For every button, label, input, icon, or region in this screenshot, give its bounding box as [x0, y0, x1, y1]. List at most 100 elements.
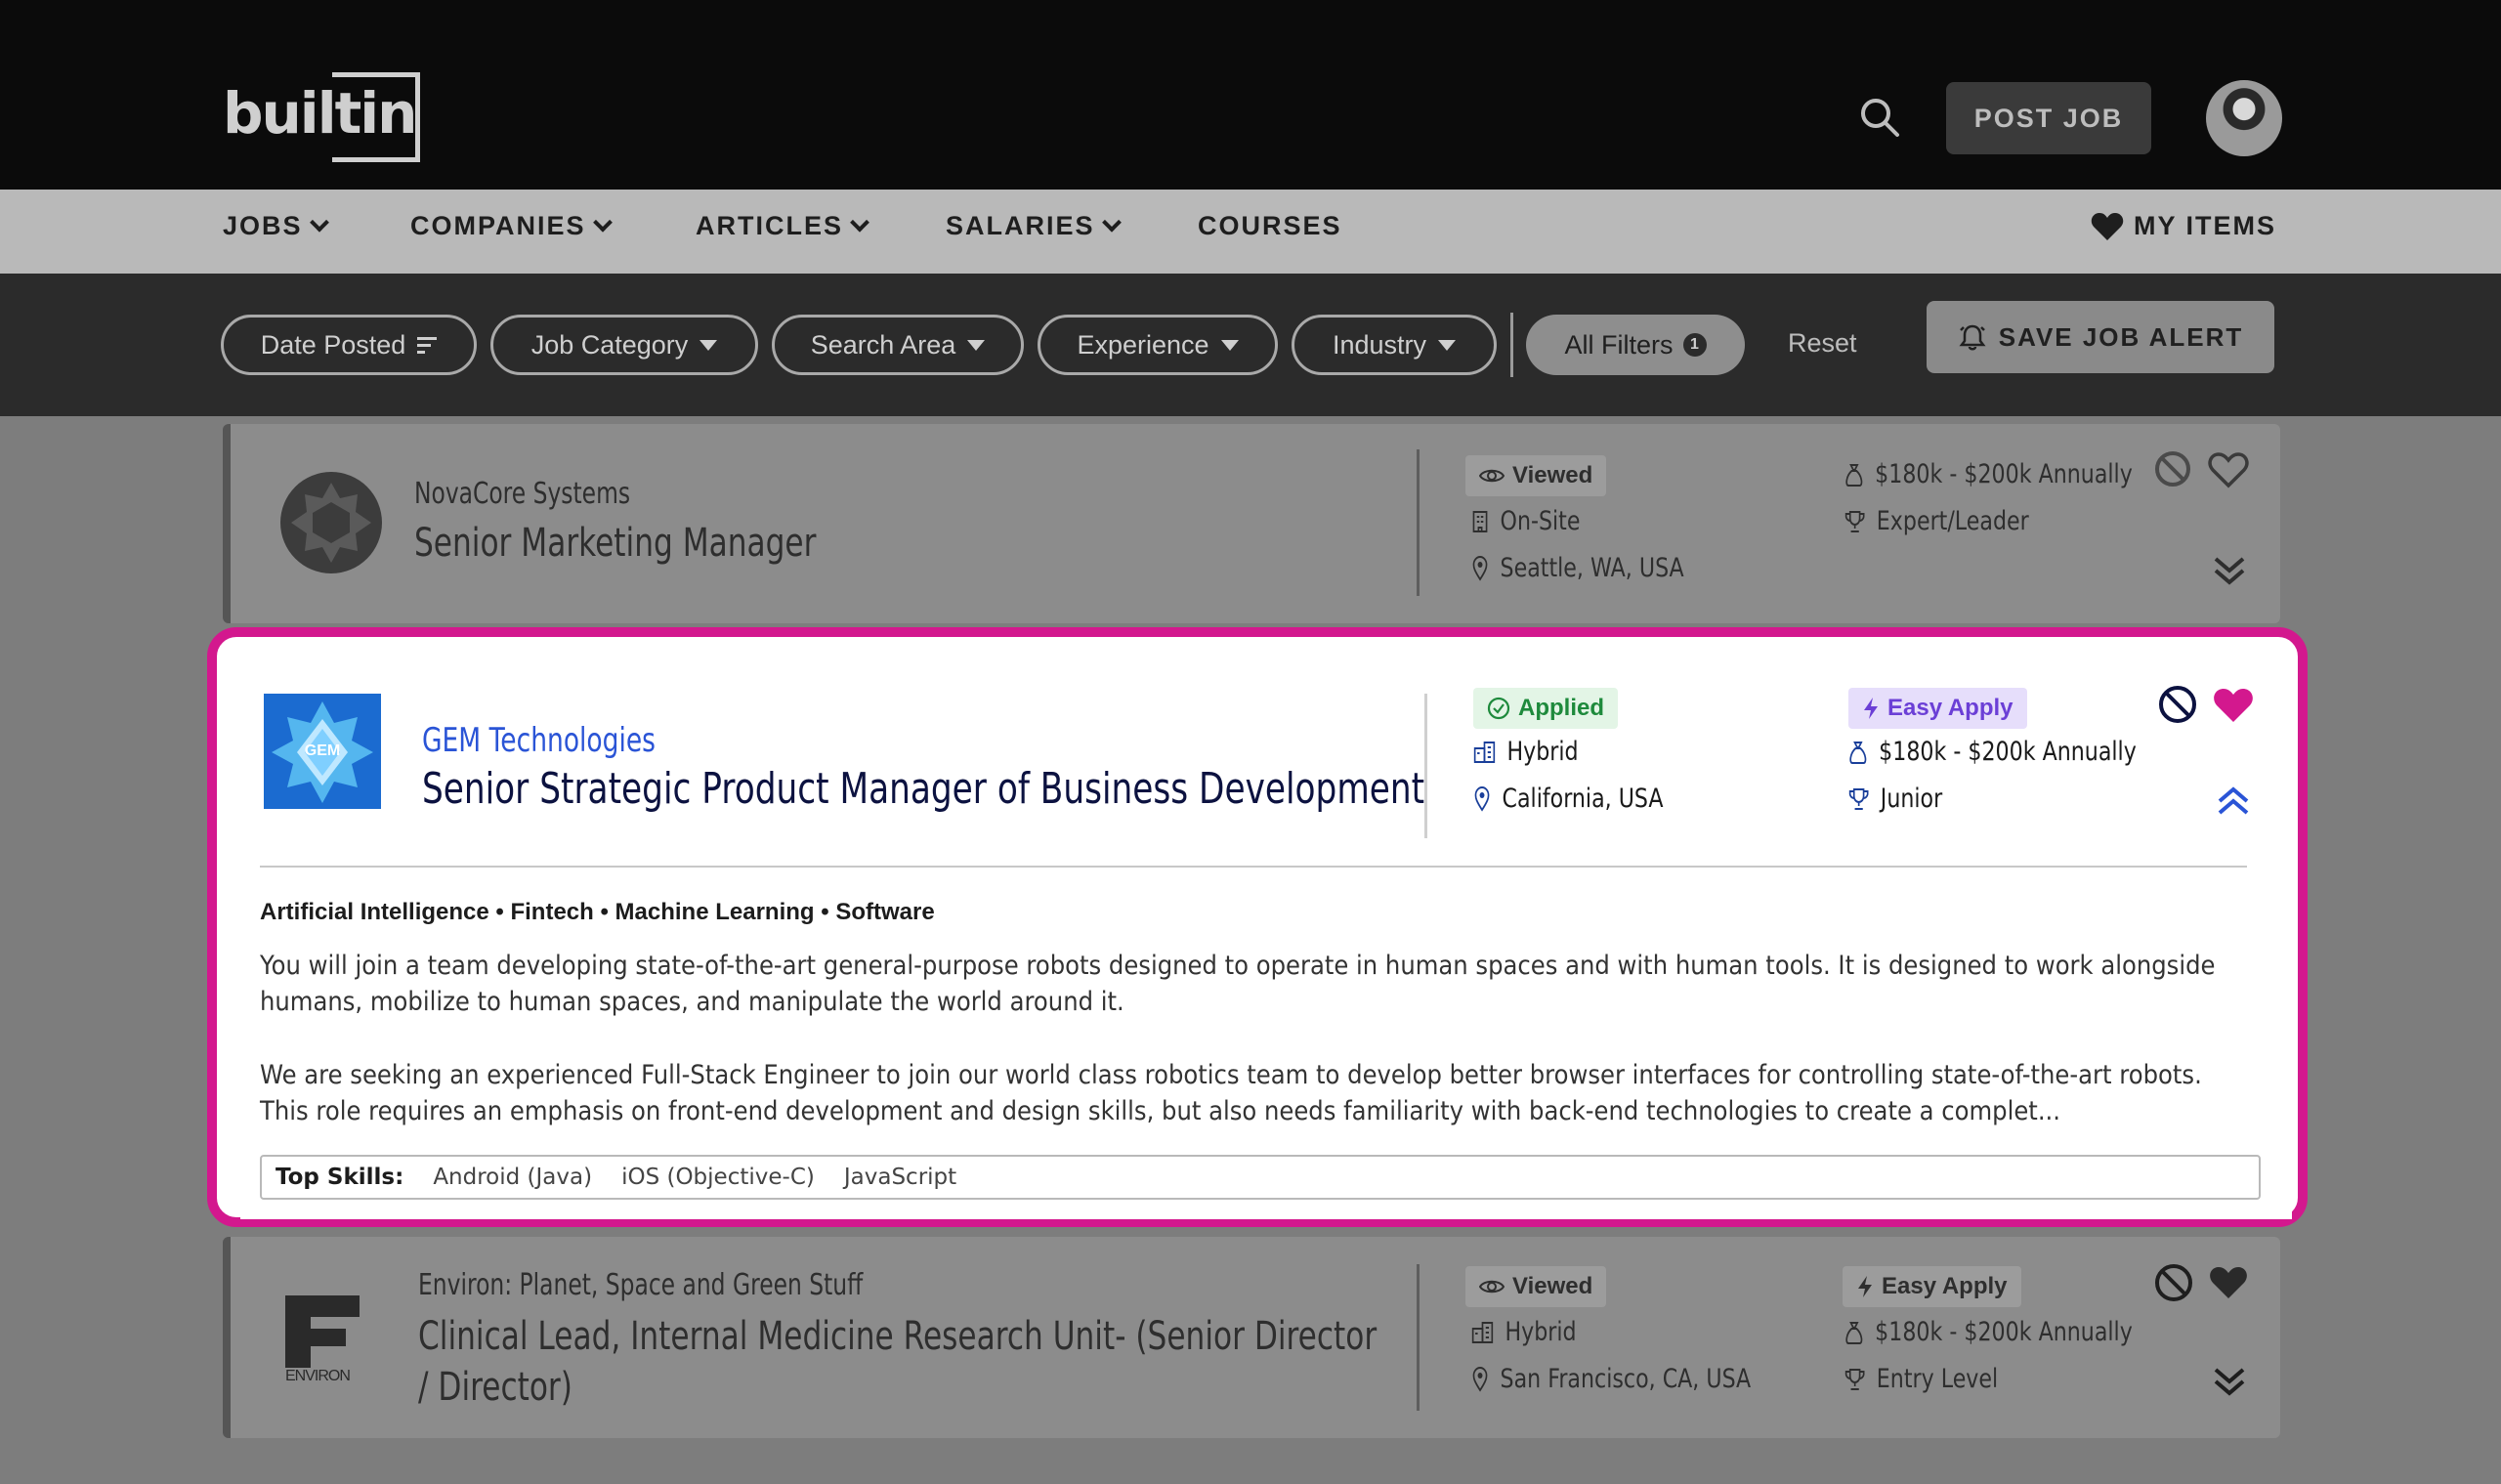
top-skills-label: Top Skills:: [276, 1165, 404, 1190]
status-label: Applied: [1518, 695, 1604, 721]
search-icon[interactable]: [1858, 96, 1901, 139]
building-icon: [1472, 510, 1488, 532]
card-separator: [260, 866, 2247, 868]
collapse-icon[interactable]: [2216, 784, 2251, 819]
sort-icon: [417, 336, 438, 354]
easy-apply-badge[interactable]: Easy Apply: [1848, 688, 2027, 729]
heart-outline-icon[interactable]: [2208, 451, 2249, 488]
logo-text: GEM: [304, 742, 341, 759]
status-label: Viewed: [1512, 462, 1593, 488]
location: California, USA: [1473, 784, 1664, 814]
card-divider: [1417, 449, 1420, 596]
easy-apply-badge[interactable]: Easy Apply: [1843, 1266, 2021, 1307]
eye-icon: [1479, 1280, 1505, 1293]
top-header: builtin POST JOB: [0, 0, 2501, 190]
save-job-alert-button[interactable]: SAVE JOB ALERT: [1927, 301, 2274, 373]
location-pin-icon: [1472, 1366, 1488, 1392]
location-label: San Francisco, CA, USA: [1500, 1364, 1752, 1394]
heart-filled-icon[interactable]: [2212, 686, 2255, 725]
job-card[interactable]: ENVIRON Environ: Planet, Space and Green…: [223, 1237, 2280, 1438]
experience-level: Entry Level: [1844, 1364, 1998, 1394]
filter-date-posted-label: Date Posted: [260, 329, 406, 360]
user-avatar[interactable]: [2206, 80, 2282, 156]
hide-job-icon[interactable]: [2153, 1262, 2194, 1303]
lightning-icon: [1864, 698, 1878, 719]
salary-label: $180k - $200k Annually: [1879, 737, 2137, 767]
filter-search-area-label: Search Area: [810, 329, 956, 360]
industry-tags: Artificial Intelligence • Fintech • Mach…: [260, 899, 935, 925]
salary-label: $180k - $200k Annually: [1875, 459, 2133, 489]
hybrid-building-icon: [1471, 1321, 1494, 1343]
filter-industry[interactable]: Industry: [1292, 315, 1497, 375]
hybrid-building-icon: [1473, 741, 1496, 763]
chevron-down-icon: [1101, 212, 1122, 233]
location: Seattle, WA, USA: [1471, 553, 1684, 583]
nav-courses[interactable]: COURSES: [1198, 211, 1342, 241]
caret-down-icon: [699, 339, 718, 351]
chevron-down-icon: [309, 212, 329, 233]
job-title-continued[interactable]: / Director): [418, 1362, 572, 1413]
top-skills-bar: Top Skills: Android (Java) iOS (Objectiv…: [260, 1155, 2261, 1200]
company-logo: GEM: [264, 694, 381, 809]
location-pin-icon: [1472, 555, 1488, 581]
post-job-button[interactable]: POST JOB: [1946, 82, 2151, 154]
trophy-icon: [1844, 510, 1865, 532]
experience-level: Junior: [1848, 784, 1942, 814]
work-type: On-Site: [1471, 506, 1580, 536]
expand-icon[interactable]: [2212, 1364, 2247, 1399]
company-name[interactable]: Environ: Planet, Space and Green Stuff: [418, 1268, 863, 1302]
filter-experience-label: Experience: [1077, 329, 1209, 360]
skill-tag: Android (Java): [433, 1165, 593, 1190]
company-logo: ENVIRON: [285, 1295, 363, 1384]
all-filters-label: All Filters: [1564, 329, 1674, 360]
experience-level: Expert/Leader: [1844, 506, 2029, 536]
company-name[interactable]: NovaCore Systems: [414, 477, 630, 511]
location: San Francisco, CA, USA: [1471, 1364, 1751, 1394]
my-items-label: MY ITEMS: [2134, 211, 2277, 240]
job-card-highlighted[interactable]: GEM GEM Technologies Senior Strategic Pr…: [207, 627, 2308, 1227]
salary: $180k - $200k Annually: [1848, 737, 2137, 767]
company-name[interactable]: GEM Technologies: [422, 721, 656, 760]
location-label: Seattle, WA, USA: [1500, 553, 1684, 583]
expand-icon[interactable]: [2212, 553, 2247, 588]
location-label: California, USA: [1502, 784, 1664, 814]
job-title[interactable]: Clinical Lead, Internal Medicine Researc…: [418, 1311, 1377, 1362]
job-description-paragraph: You will join a team developing state-of…: [260, 951, 2216, 1017]
nav-salaries[interactable]: SALARIES: [946, 211, 1122, 241]
all-filters-button[interactable]: All Filters 1: [1526, 315, 1745, 375]
reset-button[interactable]: Reset: [1788, 328, 1857, 359]
nav-jobs[interactable]: JOBS: [223, 211, 329, 241]
level-label: Junior: [1880, 784, 1943, 814]
work-type: Hybrid: [1473, 737, 1579, 767]
job-title[interactable]: Senior Marketing Manager: [414, 518, 816, 569]
level-label: Entry Level: [1876, 1364, 1999, 1394]
logo-text: ENVIRON: [285, 1368, 351, 1384]
job-title[interactable]: Senior Strategic Product Manager of Busi…: [422, 764, 1424, 814]
work-type: Hybrid: [1471, 1317, 1577, 1347]
check-circle-icon: [1487, 697, 1510, 720]
builtin-logo[interactable]: builtin: [223, 72, 420, 162]
easy-apply-label: Easy Apply: [1887, 695, 2014, 721]
filter-experience[interactable]: Experience: [1038, 315, 1278, 375]
caret-down-icon: [1220, 339, 1239, 351]
salary: $180k - $200k Annually: [1844, 459, 2133, 489]
filter-date-posted[interactable]: Date Posted: [221, 315, 477, 375]
skill-tag: iOS (Objective-C): [621, 1165, 815, 1190]
filter-bar: Date Posted Job Category Search Area Exp…: [0, 274, 2501, 416]
hide-job-icon[interactable]: [2153, 449, 2192, 488]
nav-companies-label: COMPANIES: [410, 211, 586, 240]
nav-courses-label: COURSES: [1198, 211, 1342, 240]
heart-filled-icon[interactable]: [2208, 1264, 2249, 1301]
job-card[interactable]: NovaCore Systems Senior Marketing Manage…: [223, 424, 2280, 623]
nav-companies[interactable]: COMPANIES: [410, 211, 613, 241]
easy-apply-label: Easy Apply: [1882, 1273, 2008, 1299]
nav-articles-label: ARTICLES: [696, 211, 843, 240]
work-type-label: On-Site: [1500, 506, 1581, 536]
hide-job-icon[interactable]: [2157, 684, 2198, 725]
filter-search-area[interactable]: Search Area: [772, 315, 1024, 375]
nav-articles[interactable]: ARTICLES: [696, 211, 869, 241]
filter-job-category[interactable]: Job Category: [490, 315, 758, 375]
chevron-down-icon: [850, 212, 869, 233]
salary-label: $180k - $200k Annually: [1875, 1317, 2133, 1347]
nav-my-items[interactable]: MY ITEMS: [2091, 211, 2276, 241]
